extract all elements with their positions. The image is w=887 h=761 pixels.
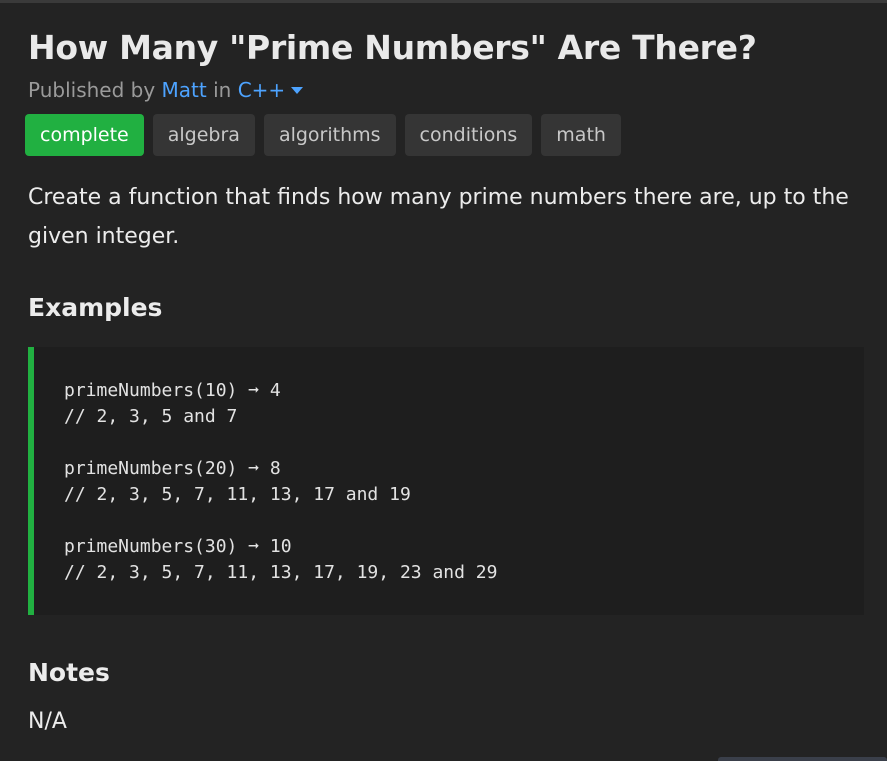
- challenge-description: Create a function that finds how many pr…: [28, 185, 849, 249]
- language-label: C++: [237, 78, 286, 102]
- top-border: [0, 0, 887, 3]
- in-label: in: [213, 78, 232, 102]
- examples-code-block: primeNumbers(10) ➞ 4// 2, 3, 5 and 7 prim…: [28, 347, 864, 615]
- published-by-label: Published by: [28, 78, 156, 102]
- example-comment: // 2, 3, 5 and 7: [64, 406, 238, 427]
- tag-complete[interactable]: complete: [25, 114, 144, 156]
- tag-math[interactable]: math: [541, 114, 621, 156]
- bottom-toolbar-edge: [718, 757, 887, 761]
- author-link[interactable]: Matt: [162, 78, 207, 102]
- language-dropdown[interactable]: C++: [237, 78, 304, 102]
- examples-heading: Examples: [28, 293, 163, 322]
- tag-list: complete algebra algorithms conditions m…: [25, 114, 868, 156]
- example-call: primeNumbers(20) ➞ 8: [64, 458, 281, 479]
- challenge-panel: How Many "Prime Numbers" Are There? Publ…: [25, 28, 868, 737]
- example-item: primeNumbers(30) ➞ 10 // 2, 3, 5, 7, 11, …: [64, 534, 864, 586]
- challenge-meta: Published by Matt in C++: [28, 77, 868, 103]
- notes-heading: Notes: [28, 658, 110, 687]
- tag-algebra[interactable]: algebra: [152, 114, 255, 156]
- example-call: primeNumbers(10) ➞ 4: [64, 380, 281, 401]
- example-item: primeNumbers(20) ➞ 8 // 2, 3, 5, 7, 11, 1…: [64, 456, 864, 508]
- notes-text: N/A: [28, 709, 67, 734]
- example-call: primeNumbers(30) ➞ 10: [64, 536, 292, 557]
- example-comment: // 2, 3, 5, 7, 11, 13, 17 and 19: [64, 484, 411, 505]
- tag-conditions[interactable]: conditions: [404, 114, 533, 156]
- example-item: primeNumbers(10) ➞ 4 // 2, 3, 5 and 7: [64, 378, 864, 430]
- challenge-title: How Many "Prime Numbers" Are There?: [28, 28, 757, 67]
- tag-algorithms[interactable]: algorithms: [263, 114, 396, 156]
- caret-down-icon: [291, 87, 304, 94]
- example-comment: // 2, 3, 5, 7, 11, 13, 17, 19, 23 and 29: [64, 562, 498, 583]
